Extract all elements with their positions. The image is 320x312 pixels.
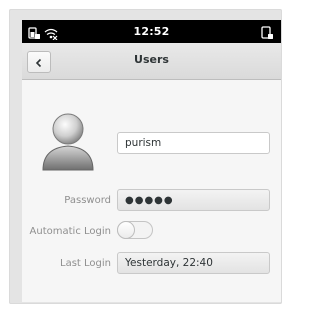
user-avatar-icon[interactable] [39,110,97,172]
autologin-label: Automatic Login [29,226,111,237]
status-time: 12:52 [133,25,170,38]
username-field[interactable]: purism [117,132,270,154]
status-bar: 12:52 [22,20,281,43]
switch-knob[interactable] [117,221,135,239]
phone-screen: 12:52 Users purism Password ●●●●● Automa… [22,20,281,302]
password-dots: ●●●●● [125,194,174,206]
password-label: Password [64,195,111,206]
page-title: Users [134,53,169,66]
username-text: purism [125,137,162,149]
lastlogin-button[interactable]: Yesterday, 22:40 [117,252,270,274]
lastlogin-value: Yesterday, 22:40 [125,257,213,269]
header-bar: Users [22,43,281,80]
lastlogin-label: Last Login [60,258,111,269]
autologin-switch[interactable] [117,221,153,239]
password-button[interactable]: ●●●●● [117,189,270,211]
rotation-lock-icon [260,25,274,44]
